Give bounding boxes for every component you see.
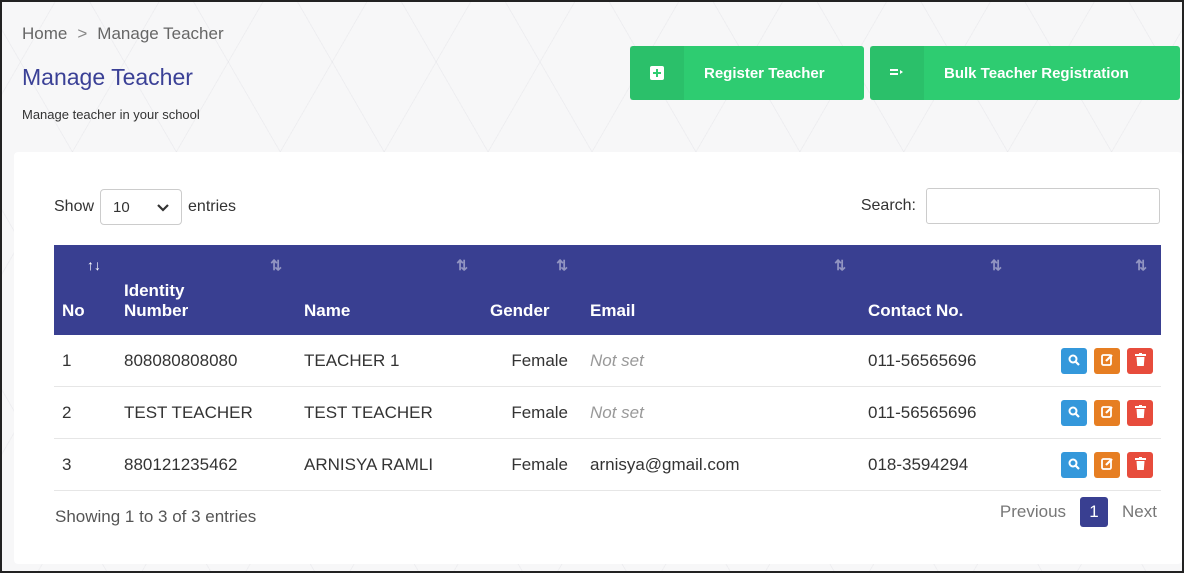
table-info: Showing 1 to 3 of 3 entries (55, 507, 257, 526)
bulk-registration-button[interactable]: Bulk Teacher Registration (870, 46, 1180, 100)
cell-email: arnisya@gmail.com (582, 438, 860, 491)
page-title: Manage Teacher (22, 64, 193, 90)
edit-icon (1100, 403, 1114, 423)
register-teacher-button[interactable]: Register Teacher (630, 46, 864, 100)
cell-no: 3 (54, 438, 116, 491)
breadcrumb-home[interactable]: Home (22, 24, 67, 43)
table-row: 2 TEST TEACHER TEST TEACHER Female Not s… (54, 386, 1161, 439)
sort-icon: ⇅ (1135, 257, 1147, 273)
cell-gender: Female (482, 386, 582, 439)
delete-button[interactable] (1127, 399, 1153, 426)
sort-asc-icon: ↑↓ (87, 257, 101, 273)
sort-icon: ⇅ (990, 257, 1002, 273)
teacher-table: ↑↓ No ⇅ Identity Number ⇅ Name ⇅ Gender ⇅ Emai… (54, 245, 1161, 491)
entries-select-value: 10 (113, 198, 130, 216)
search-icon (1068, 403, 1080, 423)
pagination-previous[interactable]: Previous (1000, 502, 1066, 522)
delete-button[interactable] (1127, 347, 1153, 374)
search-input[interactable] (926, 188, 1160, 224)
register-teacher-label: Register Teacher (704, 64, 825, 82)
email-not-set: Not set (590, 350, 644, 370)
cell-email: Not set (582, 335, 860, 387)
list-add-icon (870, 46, 924, 100)
trash-icon (1134, 351, 1146, 371)
cell-name: TEST TEACHER (296, 386, 482, 439)
view-button[interactable] (1061, 399, 1087, 426)
cell-actions (1016, 386, 1161, 439)
table-row: 3 880121235462 ARNISYA RAMLI Female arni… (54, 438, 1161, 491)
cell-contact: 011-56565696 (860, 386, 1016, 439)
email-not-set: Not set (590, 402, 644, 422)
column-header-name[interactable]: ⇅ Name (296, 245, 482, 335)
cell-contact: 018-3594294 (860, 438, 1016, 491)
cell-name: TEACHER 1 (296, 335, 482, 387)
trash-icon (1134, 403, 1146, 423)
entries-select[interactable]: 10 (100, 189, 183, 225)
breadcrumb-current: Manage Teacher (97, 24, 224, 43)
cell-no: 2 (54, 386, 116, 439)
cell-identity: 880121235462 (116, 438, 296, 491)
pagination: Previous 1 Next (1000, 497, 1157, 527)
sort-icon: ⇅ (456, 257, 468, 273)
pagination-next[interactable]: Next (1122, 502, 1157, 522)
show-label: Show (54, 198, 95, 215)
cell-identity: TEST TEACHER (116, 386, 296, 439)
edit-button[interactable] (1094, 399, 1120, 426)
cell-name: ARNISYA RAMLI (296, 438, 482, 491)
breadcrumb: Home > Manage Teacher (22, 24, 224, 44)
plus-square-icon (630, 46, 684, 100)
bulk-registration-label: Bulk Teacher Registration (944, 64, 1129, 82)
search-icon (1068, 455, 1080, 475)
column-header-contact[interactable]: ⇅ Contact No. (860, 245, 1016, 335)
cell-gender: Female (482, 335, 582, 387)
edit-icon (1100, 351, 1114, 371)
column-header-email[interactable]: ⇅ Email (582, 245, 860, 335)
edit-icon (1100, 455, 1114, 475)
page-subtitle: Manage teacher in your school (22, 107, 200, 122)
cell-gender: Female (482, 438, 582, 491)
column-header-identity-number[interactable]: ⇅ Identity Number (116, 245, 296, 335)
cell-identity: 808080808080 (116, 335, 296, 387)
column-header-gender[interactable]: ⇅ Gender (482, 245, 582, 335)
table-row: 1 808080808080 TEACHER 1 Female Not set … (54, 335, 1161, 387)
search-control: Search: (861, 188, 1160, 224)
search-icon (1068, 351, 1080, 371)
table-header-row: ↑↓ No ⇅ Identity Number ⇅ Name ⇅ Gender ⇅ Emai… (54, 245, 1161, 335)
view-button[interactable] (1061, 347, 1087, 374)
sort-icon: ⇅ (270, 257, 282, 273)
cell-contact: 011-56565696 (860, 335, 1016, 387)
chevron-down-icon (157, 199, 169, 216)
cell-email: Not set (582, 386, 860, 439)
breadcrumb-separator: > (77, 24, 88, 43)
column-header-no[interactable]: ↑↓ No (54, 245, 116, 335)
pagination-page-current[interactable]: 1 (1080, 497, 1109, 527)
sort-icon: ⇅ (834, 257, 846, 273)
column-header-actions[interactable]: ⇅ (1016, 245, 1161, 335)
sort-icon: ⇅ (556, 257, 568, 273)
edit-button[interactable] (1094, 451, 1120, 478)
teacher-table-card: Show 10 entries Search: ↑↓ No ⇅ Identity Nu… (14, 152, 1182, 564)
trash-icon (1134, 455, 1146, 475)
cell-actions (1016, 438, 1161, 491)
view-button[interactable] (1061, 451, 1087, 478)
cell-no: 1 (54, 335, 116, 387)
entries-length-control: Show 10 entries (54, 189, 236, 225)
edit-button[interactable] (1094, 347, 1120, 374)
search-label: Search: (860, 197, 916, 214)
cell-actions (1016, 335, 1161, 387)
delete-button[interactable] (1127, 451, 1153, 478)
entries-label: entries (188, 198, 237, 215)
